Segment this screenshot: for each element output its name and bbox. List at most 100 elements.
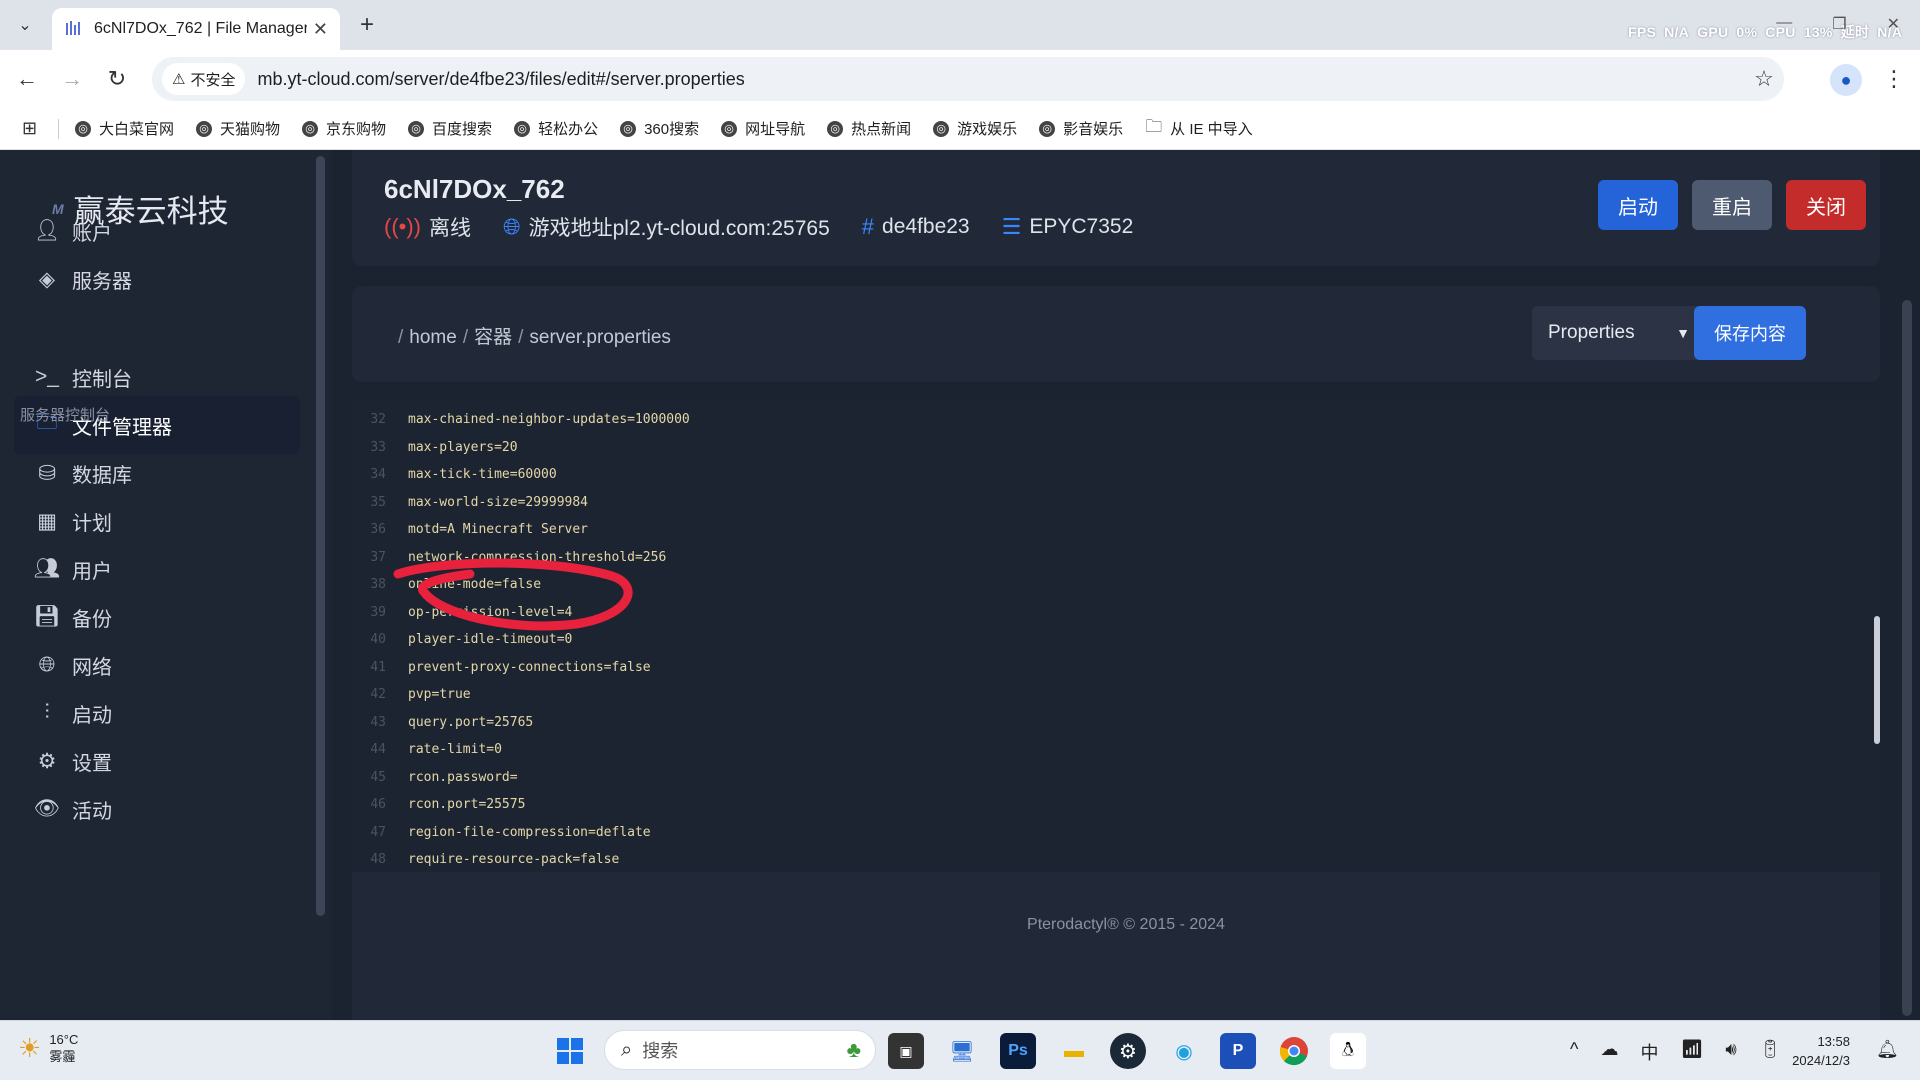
windows-start-icon[interactable] <box>552 1033 588 1069</box>
taskbar-search[interactable]: ⌕ 搜索 ♣ <box>604 1030 876 1070</box>
code-line[interactable]: 39 op-permission-level=4 <box>352 599 1752 627</box>
url-text[interactable]: mb.yt-cloud.com/server/de4fbe23/files/ed… <box>257 69 1744 90</box>
bookmark-item[interactable]: 🗀 从 IE 中导入 <box>1145 114 1253 143</box>
p-app-icon[interactable]: P <box>1220 1033 1256 1069</box>
save-content-button[interactable]: 保存内容 <box>1694 306 1806 360</box>
line-text[interactable]: motd=A Minecraft Server <box>398 522 588 537</box>
notification-bell-icon[interactable]: 🔔︎ <box>1876 1039 1899 1060</box>
system-clock[interactable]: 13:58 2024/12/3 <box>1790 1032 1850 1070</box>
sidebar-scrollbar[interactable] <box>316 156 325 916</box>
server-id-label: de4fbe23 <box>882 215 970 238</box>
line-text[interactable]: region-file-compression=deflate <box>398 825 651 840</box>
line-text[interactable]: rcon.port=25575 <box>398 797 525 812</box>
computer-app-icon[interactable]: 🖥︎ <box>944 1033 980 1069</box>
code-lines[interactable]: 32 max-chained-neighbor-updates=1000000 33… <box>352 400 1880 872</box>
qq-icon[interactable]: 🐧︎ <box>1330 1033 1366 1069</box>
bookmark-item[interactable]: ◎ 影音娱乐 <box>1039 114 1123 143</box>
line-text[interactable]: max-world-size=29999984 <box>398 495 588 510</box>
code-line[interactable]: 32 max-chained-neighbor-updates=1000000 <box>352 406 1752 434</box>
code-line[interactable]: 35 max-world-size=29999984 <box>352 489 1752 517</box>
onedrive-icon[interactable]: ☁ <box>1600 1039 1618 1065</box>
code-line[interactable]: 48 require-resource-pack=false <box>352 846 1752 874</box>
sidebar-item-11[interactable]: 👁︎ 活动 <box>14 780 300 838</box>
line-text[interactable]: rate-limit=0 <box>398 742 502 757</box>
line-text[interactable]: max-tick-time=60000 <box>398 467 557 482</box>
line-text[interactable]: query.port=25765 <box>398 715 533 730</box>
breadcrumb-home[interactable]: home <box>409 327 457 348</box>
server-address[interactable]: 🌐︎ 游戏地址pl2.yt-cloud.com:25765 <box>503 212 830 242</box>
back-arrow-icon[interactable]: ← <box>12 64 42 94</box>
browser-tab[interactable]: 6cNl7DOx_762 | File Manager ✕ <box>52 8 340 50</box>
wifi-icon[interactable]: 📶︎ <box>1680 1039 1703 1065</box>
ime-indicator[interactable]: 中 <box>1640 1039 1658 1065</box>
line-text[interactable]: rcon.password= <box>398 770 518 785</box>
address-bar[interactable]: ⚠ 不安全 mb.yt-cloud.com/server/de4fbe23/fi… <box>152 57 1784 101</box>
bookmark-item[interactable]: ◎ 大白菜官网 <box>75 114 174 143</box>
code-line[interactable]: 36 motd=A Minecraft Server <box>352 516 1752 544</box>
bookmark-item[interactable]: ◎ 天猫购物 <box>196 114 280 143</box>
line-text[interactable]: require-resource-pack=false <box>398 852 619 867</box>
code-line[interactable]: 33 max-players=20 <box>352 434 1752 462</box>
line-text[interactable]: network-compression-threshold=256 <box>398 550 666 565</box>
page-scrollbar[interactable] <box>1902 300 1912 1016</box>
weather-widget[interactable]: ☀ 16°C 雾霾 <box>18 1031 78 1065</box>
file-explorer-icon[interactable]: ▬ <box>1056 1033 1092 1069</box>
forward-arrow-icon[interactable]: → <box>57 64 87 94</box>
new-tab-button[interactable]: + <box>352 10 382 40</box>
bookmark-label: 360搜索 <box>644 121 700 138</box>
photoshop-icon[interactable]: Ps <box>1000 1033 1036 1069</box>
stop-button[interactable]: 关闭 <box>1786 180 1866 230</box>
breadcrumb-container[interactable]: 容器 <box>474 327 512 348</box>
editor-scrollbar[interactable] <box>1874 616 1880 744</box>
battery-icon[interactable]: 🔋︎ <box>1759 1039 1782 1065</box>
code-line[interactable]: 34 max-tick-time=60000 <box>352 461 1752 489</box>
code-line[interactable]: 44 rate-limit=0 <box>352 736 1752 764</box>
maximize-icon[interactable]: ❐ <box>1832 14 1846 34</box>
code-line[interactable]: 43 query.port=25765 <box>352 709 1752 737</box>
code-line[interactable]: 46 rcon.port=25575 <box>352 791 1752 819</box>
sidebar-item-label: 计划 <box>72 512 112 535</box>
browser-menu-icon[interactable]: ⋮ <box>1882 64 1906 96</box>
volume-icon[interactable]: 🔊︎ <box>1725 1039 1736 1065</box>
line-text[interactable]: prevent-proxy-connections=false <box>398 660 651 675</box>
line-text[interactable]: player-idle-timeout=0 <box>398 632 572 647</box>
chrome-icon[interactable] <box>1276 1033 1312 1069</box>
globe-icon: ◎ <box>933 120 950 137</box>
language-select[interactable]: Properties ▼ <box>1532 306 1706 360</box>
edge-browser-icon[interactable]: ◉ <box>1166 1033 1202 1069</box>
code-line[interactable]: 42 pvp=true <box>352 681 1752 709</box>
code-line[interactable]: 38 online-mode=false <box>352 571 1752 599</box>
bookmark-item[interactable]: ◎ 京东购物 <box>302 114 386 143</box>
bookmark-item[interactable]: ◎ 百度搜索 <box>408 114 492 143</box>
bookmark-item[interactable]: ◎ 热点新闻 <box>827 114 911 143</box>
line-text[interactable]: max-chained-neighbor-updates=1000000 <box>398 412 690 427</box>
bookmark-item[interactable]: ◎ 网址导航 <box>721 114 805 143</box>
code-line[interactable]: 47 region-file-compression=deflate <box>352 819 1752 847</box>
tray-overflow-icon[interactable]: ^ <box>1570 1039 1578 1065</box>
code-line[interactable]: 41 prevent-proxy-connections=false <box>352 654 1752 682</box>
security-badge[interactable]: ⚠ 不安全 <box>162 63 246 95</box>
reload-icon[interactable]: ↻ <box>102 64 132 94</box>
bookmark-item[interactable]: ◎ 360搜索 <box>620 114 699 143</box>
code-line[interactable]: 37 network-compression-threshold=256 <box>352 544 1752 572</box>
line-text[interactable]: op-permission-level=4 <box>398 605 572 620</box>
line-text[interactable]: online-mode=false <box>398 577 541 592</box>
line-text[interactable]: pvp=true <box>398 687 471 702</box>
sidebar-item-1[interactable]: ◈ 服务器 <box>14 250 300 308</box>
line-text[interactable]: max-players=20 <box>398 440 518 455</box>
start-button[interactable]: 启动 <box>1598 180 1678 230</box>
close-tab-icon[interactable]: ✕ <box>313 19 328 40</box>
task-view-icon[interactable]: ▣ <box>888 1033 924 1069</box>
code-line[interactable]: 40 player-idle-timeout=0 <box>352 626 1752 654</box>
apps-grid-icon[interactable]: ⊞ <box>22 118 42 139</box>
bookmark-item[interactable]: ◎ 游戏娱乐 <box>933 114 1017 143</box>
code-line[interactable]: 45 rcon.password= <box>352 764 1752 792</box>
steam-icon[interactable]: ⚙ <box>1110 1033 1146 1069</box>
bookmark-item[interactable]: ◎ 轻松办公 <box>514 114 598 143</box>
bookmark-star-icon[interactable]: ☆ <box>1744 66 1784 92</box>
close-window-icon[interactable]: ✕ <box>1887 14 1900 34</box>
minimize-icon[interactable]: — <box>1776 14 1792 34</box>
tab-search-button[interactable]: ⌄ <box>8 10 42 40</box>
profile-avatar-icon[interactable]: ● <box>1830 64 1862 96</box>
restart-button[interactable]: 重启 <box>1692 180 1772 230</box>
